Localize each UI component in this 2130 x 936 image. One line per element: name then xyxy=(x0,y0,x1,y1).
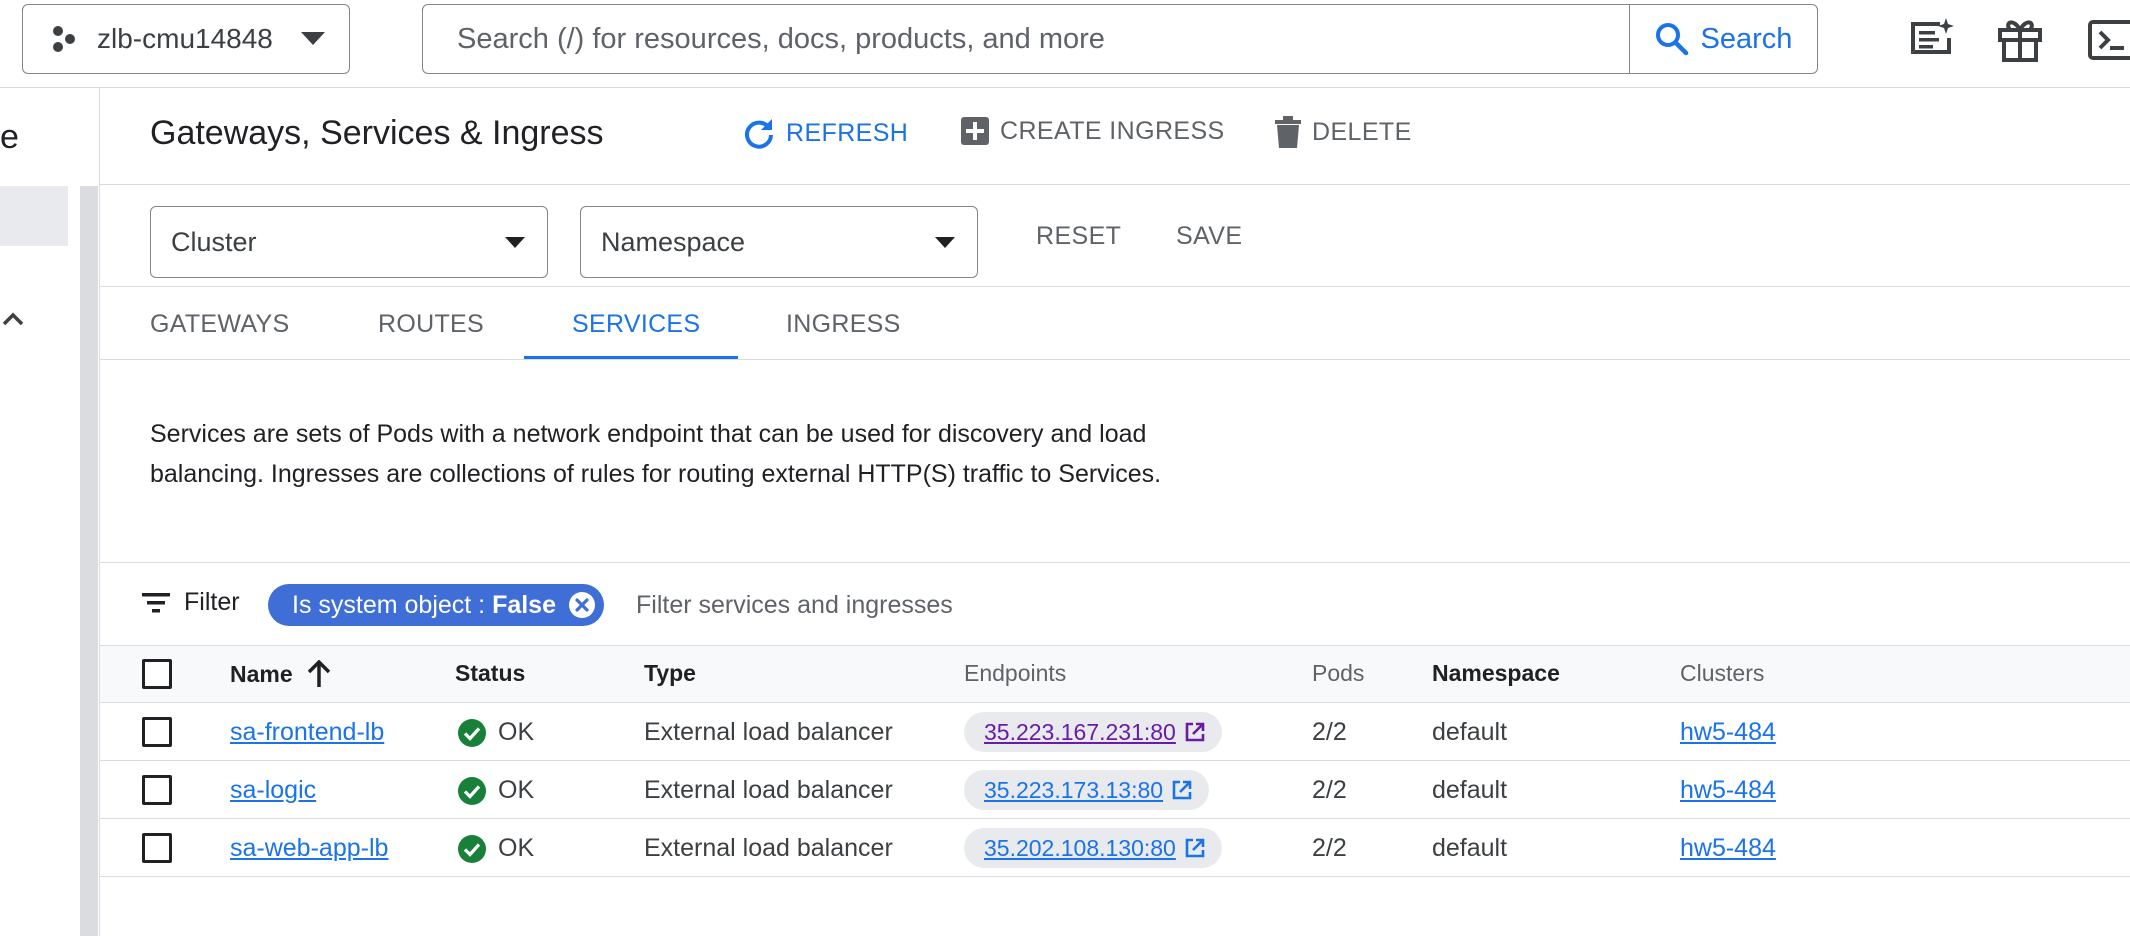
filter-chip-key: Is system object : xyxy=(292,590,493,619)
project-icon xyxy=(49,25,77,53)
cluster-link[interactable]: hw5-484 xyxy=(1680,834,1776,863)
delete-label: DELETE xyxy=(1312,117,1412,146)
project-picker[interactable]: zlb-cmu14848 xyxy=(22,4,350,74)
namespace-cell: default xyxy=(1432,834,1508,862)
check-circle-icon xyxy=(458,718,486,747)
refresh-button[interactable]: REFRESH xyxy=(742,116,908,150)
search-button-label: Search xyxy=(1700,22,1793,55)
row-checkbox[interactable] xyxy=(142,833,172,863)
endpoint-link[interactable]: 35.223.173.13:80 xyxy=(964,770,1210,810)
row-checkbox[interactable] xyxy=(142,775,172,805)
filter-chip-text: Is system object : False xyxy=(292,591,556,620)
column-header-namespace[interactable]: Namespace xyxy=(1432,660,1560,687)
open-in-new-icon xyxy=(1184,837,1206,859)
refresh-icon xyxy=(742,116,776,150)
search-input[interactable] xyxy=(423,5,1629,73)
status-text: OK xyxy=(498,718,535,746)
close-circle-icon[interactable] xyxy=(568,591,596,619)
column-header-pods: Pods xyxy=(1312,660,1365,686)
filter-icon xyxy=(142,592,170,614)
save-button[interactable]: SAVE xyxy=(1176,222,1242,251)
service-name-link[interactable]: sa-logic xyxy=(230,776,316,805)
namespace-cell: default xyxy=(1432,718,1508,746)
search-button[interactable]: Search xyxy=(1629,5,1817,73)
column-header-status[interactable]: Status xyxy=(455,660,525,687)
filter-label[interactable]: Filter xyxy=(142,588,240,617)
namespace-select-label: Namespace xyxy=(601,226,746,257)
endpoint-link[interactable]: 35.202.108.130:80 xyxy=(964,828,1222,868)
type-cell: External load balancer xyxy=(644,776,893,804)
cluster-link[interactable]: hw5-484 xyxy=(1680,776,1776,805)
column-header-type[interactable]: Type xyxy=(644,660,696,687)
endpoint-text: 35.223.167.231:80 xyxy=(984,718,1176,745)
page-title: Gateways, Services & Ingress xyxy=(150,114,604,152)
pods-cell: 2/2 xyxy=(1312,834,1347,862)
create-ingress-label: CREATE INGRESS xyxy=(1000,116,1225,145)
status-cell: OK xyxy=(458,834,534,863)
row-checkbox[interactable] xyxy=(142,717,172,747)
type-cell: External load balancer xyxy=(644,834,893,862)
chevron-up-icon[interactable] xyxy=(2,312,24,326)
service-name-link[interactable]: sa-web-app-lb xyxy=(230,834,388,863)
type-cell: External load balancer xyxy=(644,718,893,746)
create-ingress-button[interactable]: CREATE INGRESS xyxy=(960,116,1225,146)
pods-cell: 2/2 xyxy=(1312,776,1347,804)
endpoint-link[interactable]: 35.223.167.231:80 xyxy=(964,712,1222,752)
pods-cell: 2/2 xyxy=(1312,718,1347,746)
filter-label-text: Filter xyxy=(184,588,240,616)
endpoint-text: 35.202.108.130:80 xyxy=(984,834,1176,861)
cloud-shell-icon[interactable] xyxy=(2088,16,2130,64)
chevron-down-icon xyxy=(505,236,525,248)
cluster-select-label: Cluster xyxy=(171,226,257,257)
check-circle-icon xyxy=(458,834,486,863)
notes-icon[interactable] xyxy=(1906,16,1954,64)
left-nav-scrollbar[interactable] xyxy=(80,186,98,936)
services-description: Services are sets of Pods with a network… xyxy=(150,420,1162,488)
tab-ingress[interactable]: INGRESS xyxy=(786,310,901,339)
service-name-link[interactable]: sa-frontend-lb xyxy=(230,718,384,747)
divider xyxy=(100,286,2130,287)
cluster-select[interactable]: Cluster xyxy=(150,206,548,278)
gift-icon[interactable] xyxy=(1996,16,2044,64)
filter-chip[interactable]: Is system object : False xyxy=(268,584,604,626)
column-header-name[interactable]: Name xyxy=(230,660,331,688)
column-header-endpoints: Endpoints xyxy=(964,660,1067,686)
divider xyxy=(100,562,2130,563)
column-header-name-label: Name xyxy=(230,660,293,687)
left-nav-selected-item[interactable] xyxy=(0,186,68,246)
chevron-down-icon xyxy=(935,236,955,248)
open-in-new-icon xyxy=(1171,779,1193,801)
arrow-up-icon xyxy=(307,660,331,688)
trash-icon xyxy=(1274,116,1302,148)
chevron-down-icon xyxy=(300,32,325,46)
namespace-select[interactable]: Namespace xyxy=(580,206,978,278)
divider xyxy=(100,184,2130,185)
status-text: OK xyxy=(498,834,535,862)
select-all-checkbox[interactable] xyxy=(142,659,172,689)
tab-routes[interactable]: ROUTES xyxy=(378,310,484,339)
namespace-cell: default xyxy=(1432,776,1508,804)
table-header xyxy=(100,645,2130,703)
refresh-label: REFRESH xyxy=(786,118,909,147)
left-nav-label: e xyxy=(0,118,19,156)
status-text: OK xyxy=(498,776,535,804)
filter-chip-value: False xyxy=(492,590,556,619)
search-icon xyxy=(1655,22,1689,56)
add-box-icon xyxy=(960,116,990,146)
delete-button[interactable]: DELETE xyxy=(1274,116,1412,148)
tab-services[interactable]: SERVICES xyxy=(572,310,700,339)
column-header-clusters: Clusters xyxy=(1680,660,1765,686)
endpoint-text: 35.223.173.13:80 xyxy=(984,776,1164,803)
search-bar: Search xyxy=(422,4,1818,74)
project-name: zlb-cmu14848 xyxy=(97,23,273,54)
status-cell: OK xyxy=(458,776,534,805)
open-in-new-icon xyxy=(1184,721,1206,743)
cluster-link[interactable]: hw5-484 xyxy=(1680,718,1776,747)
divider xyxy=(100,359,2130,360)
reset-button[interactable]: RESET xyxy=(1036,222,1121,251)
filter-input[interactable] xyxy=(636,584,1536,626)
status-cell: OK xyxy=(458,718,534,747)
tab-gateways[interactable]: GATEWAYS xyxy=(150,310,289,339)
check-circle-icon xyxy=(458,776,486,805)
